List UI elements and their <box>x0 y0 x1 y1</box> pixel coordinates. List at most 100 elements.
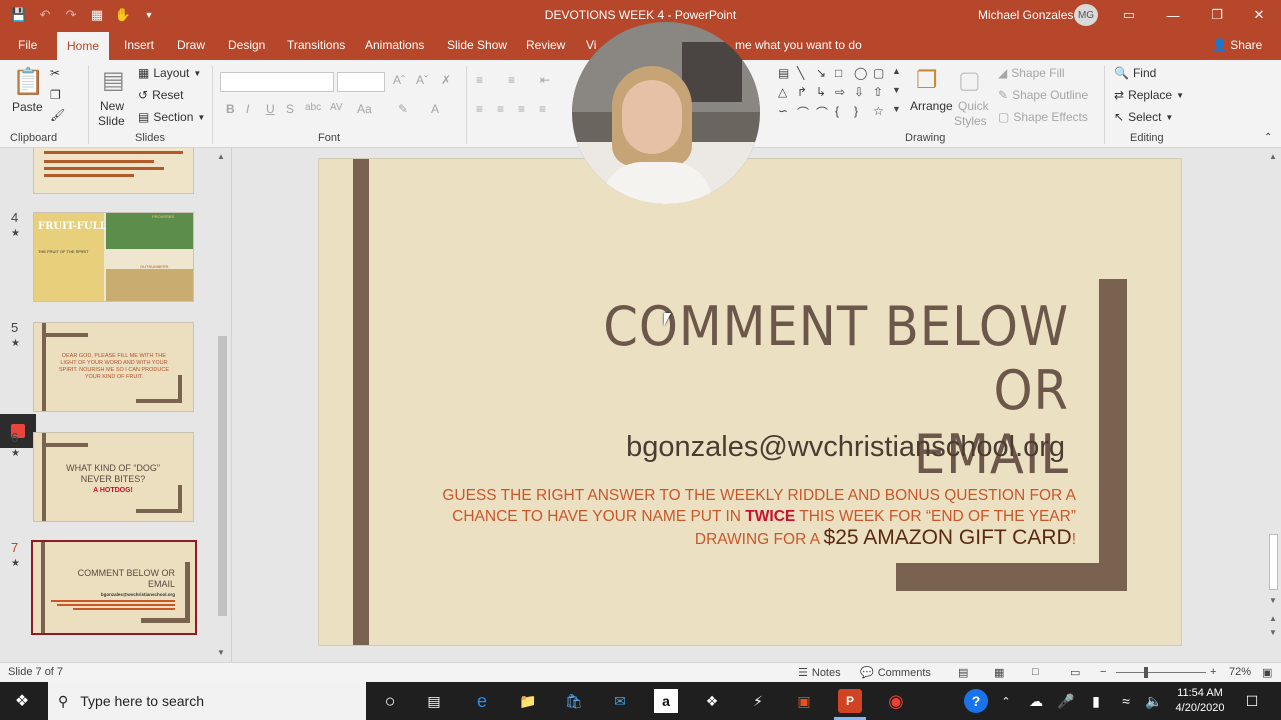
shrink-font-icon[interactable]: Aˇ <box>416 73 428 87</box>
edge-icon[interactable]: e <box>470 689 494 713</box>
italic-icon[interactable]: I <box>246 102 249 116</box>
onedrive-icon[interactable]: ☁ <box>1024 689 1048 713</box>
align-center-icon[interactable]: ≡ <box>497 102 504 116</box>
right-arrow-shape-icon[interactable]: ⇨ <box>835 85 851 99</box>
arrange-icon[interactable]: ❐ <box>916 66 938 95</box>
zoom-out-icon[interactable]: − <box>1100 666 1106 678</box>
shape-effects-button[interactable]: ▢ Shape Effects <box>998 110 1088 124</box>
clear-formatting-icon[interactable]: ✗ <box>441 73 451 87</box>
tab-review[interactable]: Review <box>524 30 567 60</box>
taskbar-search-box[interactable]: ⚲ Type here to search <box>48 682 366 720</box>
file-explorer-icon[interactable]: 📁 <box>516 689 540 713</box>
down-arrow-shape-icon[interactable]: ⇩ <box>854 85 870 99</box>
curve-shape-icon[interactable]: ∽ <box>778 104 794 121</box>
avatar[interactable]: MG <box>1074 4 1098 26</box>
arrange-button[interactable]: Arrange <box>910 99 953 113</box>
cut-icon[interactable]: ✂ <box>50 66 60 80</box>
justify-icon[interactable]: ≡ <box>539 102 546 116</box>
chevron-shape-icon[interactable]: ⇧ <box>873 85 889 99</box>
tab-home[interactable]: Home <box>57 32 110 60</box>
change-case-icon[interactable]: Aa <box>357 102 372 116</box>
more-shapes-icon[interactable]: ▼ <box>892 104 908 121</box>
paste-button[interactable]: Paste <box>12 100 43 114</box>
star-shape-icon[interactable]: ☆ <box>873 104 889 121</box>
previous-slide-icon[interactable]: ▲ <box>1269 614 1277 623</box>
store-icon[interactable]: 🛍 <box>562 689 586 713</box>
new-slide-button-line2[interactable]: Slide <box>98 114 125 128</box>
microphone-icon[interactable]: 🎤 <box>1054 689 1078 713</box>
layout-button[interactable]: ▦ Layout ▼ <box>138 66 201 80</box>
reset-button[interactable]: ↺ Reset <box>138 88 183 102</box>
quick-styles-button[interactable]: Quick <box>958 99 989 113</box>
slide-email[interactable]: bgonzales@wvchristianschool.org <box>519 431 1065 464</box>
dropbox-icon[interactable]: ❖ <box>700 689 724 713</box>
taskbar-clock[interactable]: 11:54 AM 4/20/2020 <box>1170 686 1230 716</box>
reading-view-icon[interactable]: □ <box>1032 666 1039 678</box>
oval-shape-icon[interactable]: ◯ <box>854 66 870 80</box>
share-button[interactable]: 👤 Share <box>1212 30 1262 60</box>
fit-slide-icon[interactable]: ▣ <box>1262 666 1272 679</box>
new-slide-button[interactable]: New <box>100 99 124 113</box>
tab-draw[interactable]: Draw <box>175 30 207 60</box>
brace-right-shape-icon[interactable]: } <box>854 104 870 121</box>
cortana-icon[interactable]: ○ <box>378 689 402 713</box>
bullets-icon[interactable]: ≡ <box>476 73 483 87</box>
mail-icon[interactable]: ✉ <box>608 689 632 713</box>
slideshow-view-icon[interactable]: ▭ <box>1070 666 1080 679</box>
notes-button[interactable]: ☰ Notes <box>798 666 841 680</box>
tab-slide-show[interactable]: Slide Show <box>445 30 509 60</box>
bold-icon[interactable]: B <box>226 102 235 116</box>
zoom-in-icon[interactable]: + <box>1210 666 1216 678</box>
show-hidden-icons-icon[interactable]: ⌃ <box>994 689 1018 713</box>
tab-transitions[interactable]: Transitions <box>285 30 347 60</box>
tab-file[interactable]: File <box>16 30 39 60</box>
freeform-shape-icon[interactable]: ⌒ <box>797 104 813 121</box>
section-button[interactable]: ▤ Section ▼ <box>138 110 205 124</box>
scroll-down-arrow-icon[interactable]: ▼ <box>1269 596 1277 605</box>
slide-scrollbar[interactable]: ▲ ▼ ▲ ▼ <box>1265 148 1281 662</box>
next-slide-icon[interactable]: ▼ <box>1269 628 1277 637</box>
numbering-icon[interactable]: ≡ <box>508 73 515 87</box>
windows-start-icon[interactable]: ❖ <box>10 689 34 713</box>
zoom-level[interactable]: 72% <box>1229 666 1251 678</box>
task-view-icon[interactable]: ▤ <box>422 689 446 713</box>
zoom-slider-thumb[interactable] <box>1144 667 1148 678</box>
textbox-shape-icon[interactable]: ▤ <box>778 66 794 80</box>
font-name-combo[interactable] <box>220 72 334 92</box>
shadow-icon[interactable]: S <box>286 102 294 116</box>
scrollbar-thumb[interactable] <box>1269 534 1278 590</box>
brace-left-shape-icon[interactable]: { <box>835 104 851 121</box>
quick-styles-button-line2[interactable]: Styles <box>954 114 987 128</box>
slide-body-text[interactable]: GUESS THE RIGHT ANSWER TO THE WEEKLY RID… <box>399 485 1076 550</box>
line-shape-icon[interactable]: ╲ <box>797 66 813 80</box>
quick-styles-icon[interactable]: ▢ <box>958 66 981 95</box>
align-right-icon[interactable]: ≡ <box>518 102 525 116</box>
maximize-icon[interactable]: ❐ <box>1195 0 1239 30</box>
character-spacing-icon[interactable]: AV <box>330 102 343 113</box>
collapse-ribbon-icon[interactable]: ⌃ <box>1264 132 1272 143</box>
format-painter-icon[interactable]: 🖌 <box>50 108 65 122</box>
shape-fill-button[interactable]: ◢ Shape Fill <box>998 66 1065 80</box>
notifications-icon[interactable]: ☐ <box>1240 689 1264 713</box>
thumbnail-slide-5[interactable]: DEAR GOD, PLEASE FILL ME WITH THE LIGHT … <box>33 322 194 412</box>
scroll-up-arrow-icon[interactable]: ▲ <box>217 152 225 161</box>
zoom-slider[interactable] <box>1116 672 1206 673</box>
office-icon[interactable]: ▣ <box>792 689 816 713</box>
close-icon[interactable]: ✕ <box>1237 0 1281 30</box>
volume-icon[interactable]: 🔈 <box>1142 689 1166 713</box>
triangle-shape-icon[interactable]: △ <box>778 85 794 99</box>
wifi-icon[interactable]: ≈ <box>1114 689 1138 713</box>
app-icon[interactable]: ⚡ <box>746 689 770 713</box>
new-slide-icon[interactable]: ▤ <box>102 66 125 95</box>
normal-view-icon[interactable]: ▤ <box>958 666 968 679</box>
underline-icon[interactable]: U <box>266 102 275 116</box>
thumbnail-slide-3[interactable] <box>33 148 194 194</box>
slide-sorter-icon[interactable]: ▦ <box>994 666 1004 679</box>
tab-design[interactable]: Design <box>226 30 267 60</box>
scroll-down-arrow-icon[interactable]: ▼ <box>217 648 225 657</box>
select-button[interactable]: ↖ Select ▼ <box>1114 110 1173 124</box>
help-icon[interactable]: ? <box>964 689 988 713</box>
strikethrough-icon[interactable]: abc <box>305 102 321 113</box>
grow-font-icon[interactable]: Aˆ <box>393 73 405 87</box>
highlight-icon[interactable]: ✎ <box>398 102 408 116</box>
